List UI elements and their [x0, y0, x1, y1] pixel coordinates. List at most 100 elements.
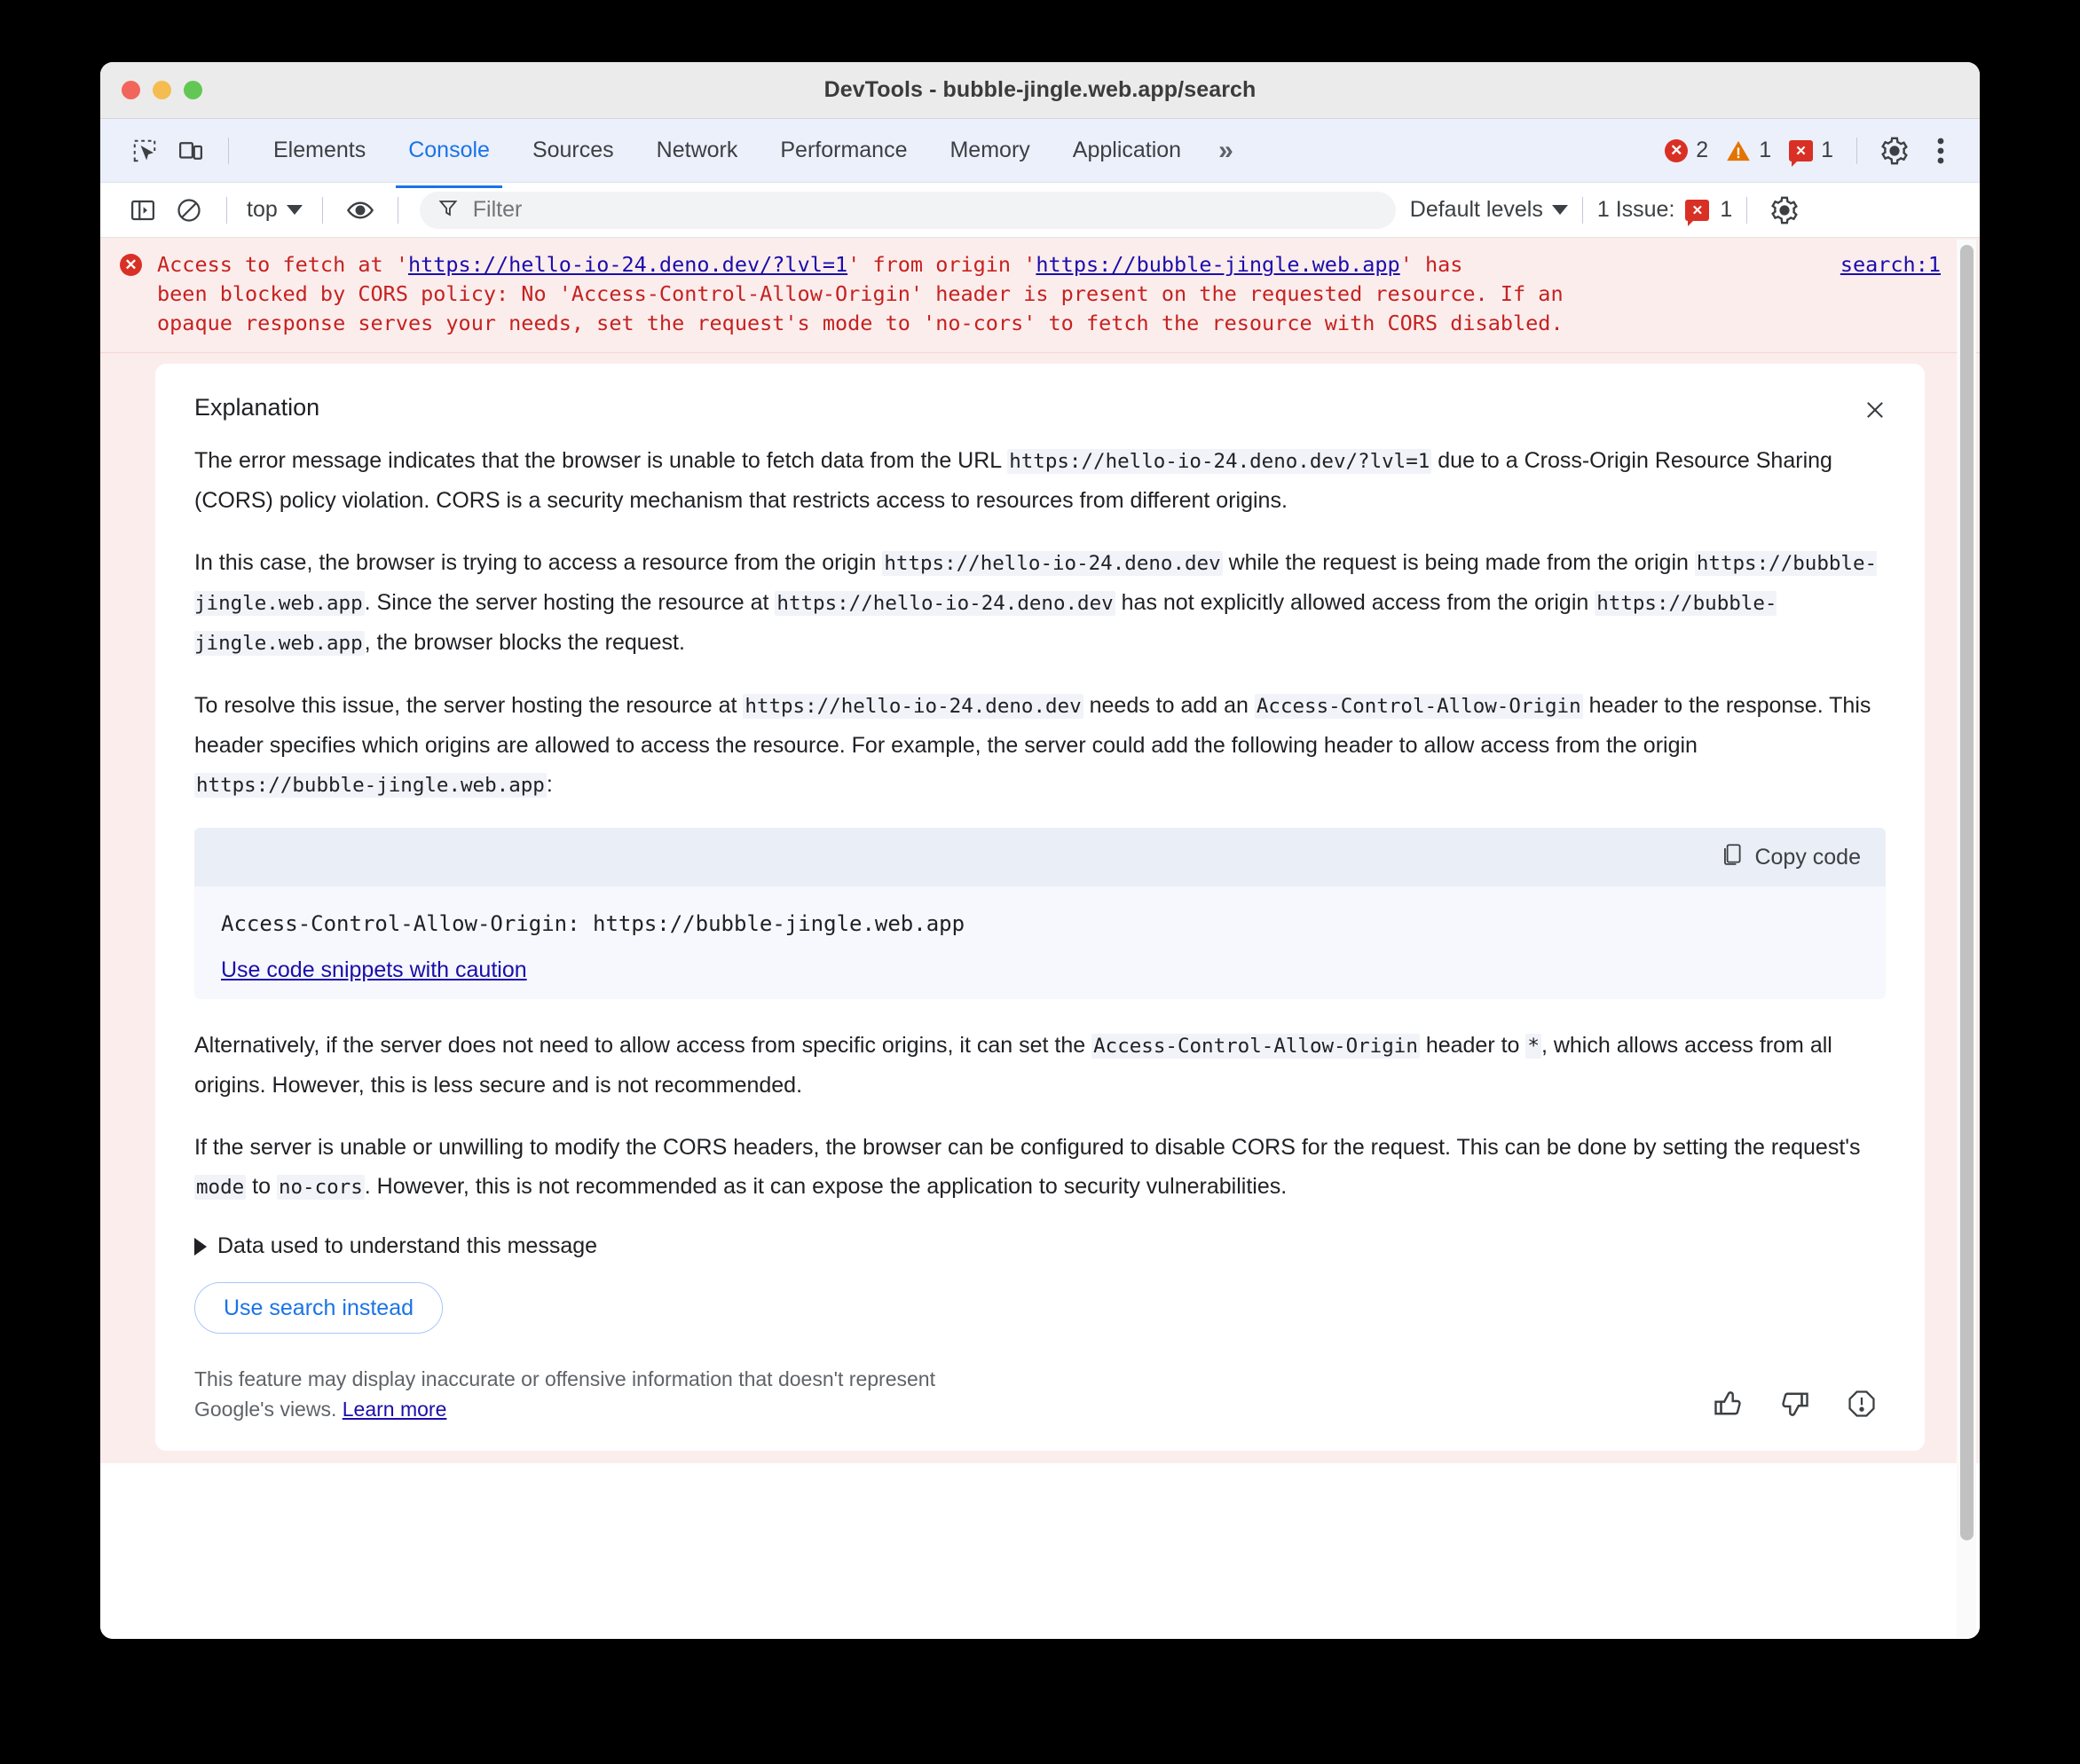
p2-text-d: has not explicitly allowed access from t…: [1115, 590, 1595, 615]
gear-icon[interactable]: [1761, 187, 1808, 233]
code-caution-link[interactable]: Use code snippets with caution: [221, 957, 527, 983]
code-block-header: Copy code: [194, 828, 1886, 886]
execution-context-selector[interactable]: top: [241, 197, 308, 223]
tab-network[interactable]: Network: [635, 125, 760, 176]
thumb-up-icon[interactable]: [1712, 1388, 1744, 1424]
use-search-instead-button[interactable]: Use search instead: [194, 1282, 444, 1334]
console-body: ✕ Access to fetch at 'https://hello-io-2…: [100, 238, 1980, 1639]
code-content: Access-Control-Allow-Origin: https://bub…: [221, 911, 965, 936]
console-toolbar-divider-5: [1746, 196, 1748, 224]
p5-code-2: no-cors: [276, 1175, 365, 1200]
show-console-sidebar-icon[interactable]: [120, 187, 166, 233]
copy-code-button[interactable]: Copy code: [1721, 842, 1861, 873]
execution-context-label: top: [247, 197, 278, 222]
console-toolbar-divider-4: [1581, 196, 1583, 224]
explanation-paragraph-5: If the server is unable or unwilling to …: [194, 1128, 1886, 1207]
copy-code-label: Copy code: [1754, 844, 1861, 870]
report-icon[interactable]: [1847, 1389, 1877, 1423]
p4-text-a: Alternatively, if the server does not ne…: [194, 1033, 1092, 1058]
log-levels-label: Default levels: [1409, 197, 1543, 222]
p2-code-1: https://hello-io-24.deno.dev: [882, 551, 1223, 576]
device-toolbar-icon[interactable]: [168, 128, 214, 174]
feedback-controls: [1712, 1388, 1886, 1424]
log-levels-dropdown[interactable]: Default levels: [1410, 197, 1568, 223]
disclaimer-text: This feature may display inaccurate or o…: [194, 1364, 993, 1424]
filter-icon: [437, 197, 459, 223]
console-error-entry[interactable]: ✕ Access to fetch at 'https://hello-io-2…: [100, 238, 1980, 353]
error-source-link[interactable]: search:1: [1840, 252, 1941, 277]
error-url-link-1[interactable]: https://hello-io-24.deno.dev/?lvl=1: [408, 252, 847, 277]
error-count: 2: [1696, 138, 1709, 162]
page-title: Explanation: [194, 394, 320, 421]
explanation-paragraph-2: In this case, the browser is trying to a…: [194, 543, 1886, 663]
scrollbar-thumb[interactable]: [1960, 245, 1974, 1540]
console-scrollbar[interactable]: [1957, 240, 1976, 1637]
tab-elements[interactable]: Elements: [252, 125, 387, 176]
p3-text-d: :: [546, 772, 553, 797]
warning-counter[interactable]: 1: [1726, 138, 1771, 163]
devtools-window: DevTools - bubble-jingle.web.app/search …: [100, 62, 1980, 1639]
code-block-body: Access-Control-Allow-Origin: https://bub…: [194, 886, 1886, 999]
p2-text-b: while the request is being made from the…: [1222, 550, 1695, 575]
search-input[interactable]: [470, 196, 1378, 224]
more-tabs-icon[interactable]: »: [1202, 136, 1247, 166]
error-counter[interactable]: ✕ 2: [1665, 138, 1708, 163]
issue-counters: ✕ 2 1 ✕ 1: [1665, 138, 1842, 167]
p5-text-a: If the server is unable or unwilling to …: [194, 1135, 1861, 1160]
issues-text: 1 Issue:: [1596, 197, 1675, 222]
console-error-text: Access to fetch at 'https://hello-io-24.…: [123, 250, 1944, 338]
p4-text-b: header to: [1419, 1033, 1526, 1058]
insight-footer: This feature may display inaccurate or o…: [194, 1364, 1886, 1424]
data-used-disclosure[interactable]: Data used to understand this message: [194, 1233, 1886, 1259]
p2-text-e: , the browser blocks the request.: [364, 630, 685, 655]
error-url-link-2[interactable]: https://bubble-jingle.web.app: [1036, 252, 1399, 277]
filter-box[interactable]: [419, 191, 1396, 229]
error-line1-post: ' has: [1399, 252, 1463, 277]
tab-sources[interactable]: Sources: [511, 125, 635, 176]
p1-code: https://hello-io-24.deno.dev/?lvl=1: [1007, 449, 1432, 474]
error-icon: ✕: [1665, 138, 1689, 162]
p3-code-3: https://bubble-jingle.web.app: [194, 773, 547, 798]
inspect-element-icon[interactable]: [122, 128, 168, 174]
tab-performance[interactable]: Performance: [759, 125, 928, 176]
error-line1-mid: ' from origin ': [847, 252, 1036, 277]
p3-code-1: https://hello-io-24.deno.dev: [743, 694, 1083, 719]
data-used-label: Data used to understand this message: [217, 1233, 598, 1258]
close-icon[interactable]: [1857, 392, 1893, 428]
learn-more-link[interactable]: Learn more: [343, 1398, 447, 1421]
counters-divider: [1856, 137, 1857, 164]
p3-text-b: needs to add an: [1083, 693, 1255, 718]
tab-console[interactable]: Console: [387, 125, 511, 188]
thumb-down-icon[interactable]: [1779, 1388, 1811, 1424]
explanation-paragraph-4: Alternatively, if the server does not ne…: [194, 1026, 1886, 1105]
issue-icon: ✕: [1685, 199, 1710, 226]
chevron-down-icon: [286, 205, 303, 215]
tab-memory[interactable]: Memory: [928, 125, 1051, 176]
issues-counter[interactable]: ✕ 1: [1789, 138, 1833, 167]
gear-icon[interactable]: [1871, 128, 1918, 174]
p5-text-c: . However, this is not recommended as it…: [364, 1174, 1288, 1199]
issues-count: 1: [1720, 197, 1733, 222]
explanation-panel: Explanation The error message indicates …: [155, 364, 1925, 1451]
explanation-paragraph-1: The error message indicates that the bro…: [194, 441, 1886, 520]
p3-text-a: To resolve this issue, the server hostin…: [194, 693, 744, 718]
code-block: Copy code Access-Control-Allow-Origin: h…: [194, 828, 1886, 999]
p4-code-1: Access-Control-Allow-Origin: [1091, 1034, 1420, 1059]
p2-text-c: . Since the server hosting the resource …: [364, 590, 776, 615]
clear-console-icon[interactable]: [166, 187, 212, 233]
live-expression-icon[interactable]: [337, 187, 383, 233]
chevron-down-icon: [1551, 205, 1568, 215]
console-toolbar-divider-1: [226, 196, 227, 224]
p5-code-1: mode: [194, 1175, 247, 1200]
p3-code-2: Access-Control-Allow-Origin: [1254, 694, 1583, 719]
panel-tabs: Elements Console Sources Network Perform…: [252, 125, 1247, 188]
chevron-right-icon: [194, 1237, 207, 1256]
error-icon: ✕: [120, 254, 142, 276]
error-line3: opaque response serves your needs, set t…: [157, 311, 1564, 335]
issues-link[interactable]: 1 Issue: ✕ 1: [1596, 197, 1733, 226]
devtools-tabbar: Elements Console Sources Network Perform…: [100, 119, 1980, 188]
p1-text-a: The error message indicates that the bro…: [194, 448, 1008, 473]
toolbar-divider: [228, 137, 229, 164]
tab-application[interactable]: Application: [1052, 125, 1202, 176]
kebab-menu-icon[interactable]: [1918, 128, 1964, 174]
